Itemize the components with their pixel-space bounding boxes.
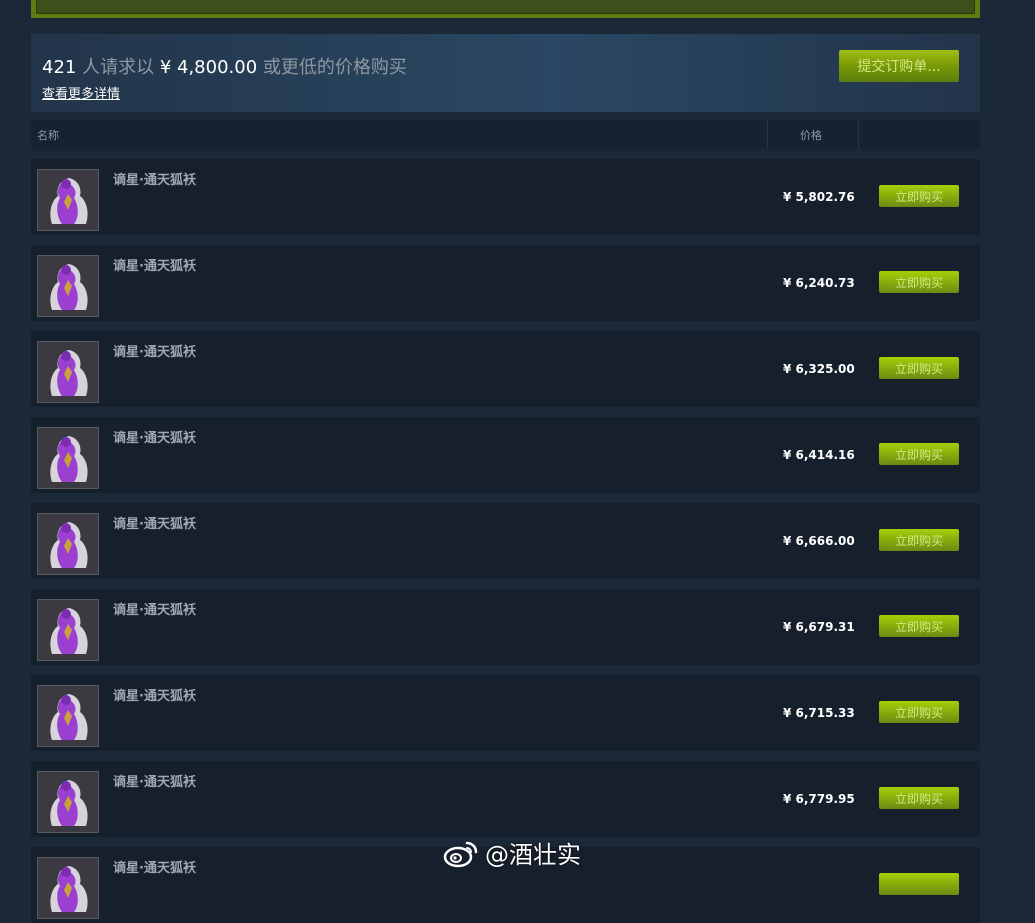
listing-row: 谪星·通天狐袄 ¥ 6,325.00 立即购买 xyxy=(31,331,980,407)
listing-row: 谪星·通天狐袄 ¥ 6,666.00 立即购买 xyxy=(31,503,980,579)
item-name[interactable]: 谪星·通天狐袄 xyxy=(113,169,196,188)
buy-now-button[interactable] xyxy=(879,873,959,895)
buy-now-button[interactable]: 立即购买 xyxy=(879,529,959,551)
listing-row: 谪星·通天狐袄 ¥ 6,679.31 立即购买 xyxy=(31,589,980,665)
item-thumbnail[interactable] xyxy=(37,599,99,661)
item-name[interactable]: 谪星·通天狐袄 xyxy=(113,255,196,274)
buy-order-tail-text: 或更低的价格购买 xyxy=(262,57,407,78)
listing-table-header: 名称 价格 xyxy=(31,120,980,149)
buy-now-button[interactable]: 立即购买 xyxy=(879,787,959,809)
item-thumbnail[interactable] xyxy=(37,255,99,317)
item-thumbnail[interactable] xyxy=(37,341,99,403)
item-price: ¥ 6,666.00 xyxy=(783,534,855,548)
buy-order-summary-text: 421 人请求以 ¥ 4,800.00 或更低的价格购买 xyxy=(42,53,407,79)
item-header-panel xyxy=(31,0,980,18)
column-header-price: 价格 xyxy=(800,129,822,142)
item-thumbnail[interactable] xyxy=(37,169,99,231)
column-divider xyxy=(767,120,768,149)
listing-row: 谪星·通天狐袄 ¥ 6,240.73 立即购买 xyxy=(31,245,980,321)
listing-row: 谪星·通天狐袄 ¥ 6,779.95 立即购买 xyxy=(31,761,980,837)
item-name[interactable]: 谪星·通天狐袄 xyxy=(113,513,196,532)
watermark: @酒壮实 xyxy=(443,835,581,870)
listing-row: 谪星·通天狐袄 ¥ 6,414.16 立即购买 xyxy=(31,417,980,493)
buy-order-mid-text: 人请求以 xyxy=(82,57,155,78)
submit-buy-order-button[interactable]: 提交订购单... xyxy=(839,50,959,82)
item-thumbnail[interactable] xyxy=(37,685,99,747)
item-name[interactable]: 谪星·通天狐袄 xyxy=(113,427,196,446)
column-divider xyxy=(858,120,859,149)
item-thumbnail[interactable] xyxy=(37,427,99,489)
buy-now-button[interactable]: 立即购买 xyxy=(879,271,959,293)
buy-now-button[interactable]: 立即购买 xyxy=(879,357,959,379)
item-price: ¥ 6,779.95 xyxy=(783,792,855,806)
item-price: ¥ 6,414.16 xyxy=(783,448,855,462)
item-price: ¥ 6,325.00 xyxy=(783,362,855,376)
buy-order-count: 421 xyxy=(42,57,77,78)
item-price: ¥ 6,679.31 xyxy=(783,620,855,634)
item-price: ¥ 6,240.73 xyxy=(783,276,855,290)
buy-order-summary: 421 人请求以 ¥ 4,800.00 或更低的价格购买 查看更多详情 提交订购… xyxy=(31,34,980,112)
buy-now-button[interactable]: 立即购买 xyxy=(879,185,959,207)
watermark-text: @酒壮实 xyxy=(485,841,581,869)
listing-row: 谪星·通天狐袄 ¥ 5,802.76 立即购买 xyxy=(31,159,980,235)
item-price: ¥ 5,802.76 xyxy=(783,190,855,204)
view-more-details-link[interactable]: 查看更多详情 xyxy=(42,83,120,102)
item-name[interactable]: 谪星·通天狐袄 xyxy=(113,685,196,704)
buy-now-button[interactable]: 立即购买 xyxy=(879,615,959,637)
listing-row: 谪星·通天狐袄 ¥ 6,715.33 立即购买 xyxy=(31,675,980,751)
column-header-name: 名称 xyxy=(37,129,59,142)
buy-now-button[interactable]: 立即购买 xyxy=(879,701,959,723)
item-thumbnail[interactable] xyxy=(37,771,99,833)
item-thumbnail[interactable] xyxy=(37,513,99,575)
item-thumbnail[interactable] xyxy=(37,857,99,919)
item-name[interactable]: 谪星·通天狐袄 xyxy=(113,341,196,360)
item-name[interactable]: 谪星·通天狐袄 xyxy=(113,771,196,790)
buy-now-button[interactable]: 立即购买 xyxy=(879,443,959,465)
item-price: ¥ 6,715.33 xyxy=(783,706,855,720)
item-name[interactable]: 谪星·通天狐袄 xyxy=(113,857,196,876)
weibo-icon xyxy=(443,841,478,867)
item-name[interactable]: 谪星·通天狐袄 xyxy=(113,599,196,618)
buy-order-price: ¥ 4,800.00 xyxy=(159,57,258,78)
